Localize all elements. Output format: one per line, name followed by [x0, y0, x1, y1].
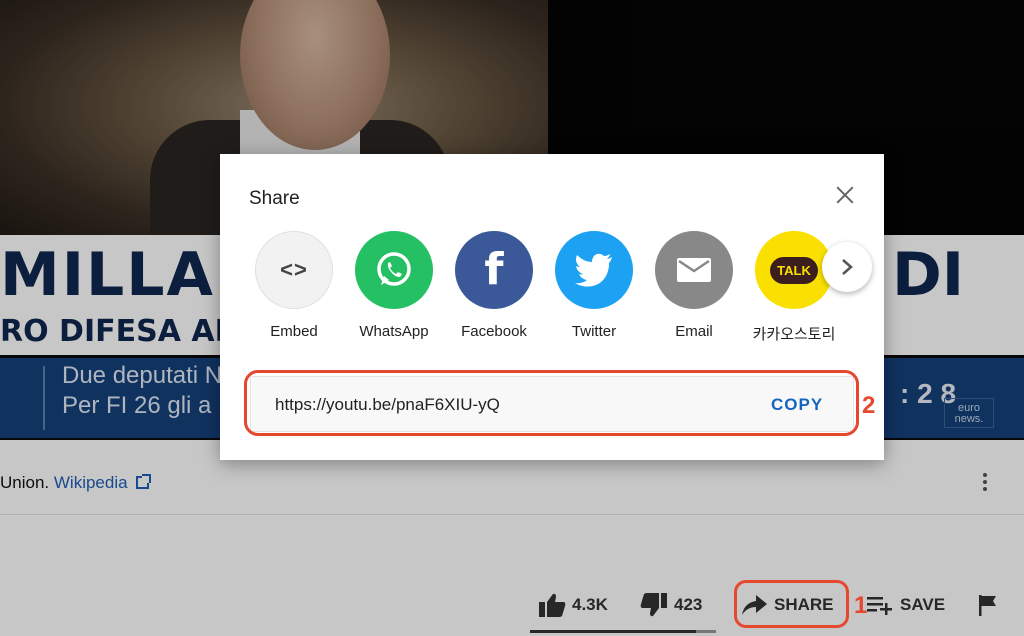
share-target-label: Twitter — [571, 323, 617, 340]
share-target-label: 카카오스토리 — [752, 326, 836, 343]
share-target-label: Embed — [270, 323, 318, 340]
kakao-talk-glyph: TALK — [770, 256, 818, 284]
chevron-right-icon — [842, 259, 853, 275]
email-icon — [655, 231, 733, 309]
share-target-email[interactable]: Email — [644, 231, 744, 340]
share-target-facebook[interactable]: f Facebook — [444, 231, 544, 340]
share-target-label: Facebook — [461, 323, 527, 340]
share-target-embed[interactable]: <> Embed — [244, 231, 344, 340]
close-icon[interactable] — [832, 182, 858, 208]
share-target-twitter[interactable]: Twitter — [544, 231, 644, 340]
annotation-ring-share — [734, 580, 849, 628]
annotation-step-1: 1 — [854, 592, 868, 619]
annotation-step-2: 2 — [862, 392, 876, 419]
dialog-title: Share — [249, 188, 300, 209]
twitter-icon — [555, 231, 633, 309]
embed-icon: <> — [255, 231, 333, 309]
facebook-glyph: f — [484, 244, 504, 295]
next-targets-button[interactable] — [822, 242, 872, 292]
facebook-icon: f — [455, 231, 533, 309]
share-target-label: Email — [675, 323, 713, 340]
annotation-ring-url — [244, 370, 859, 436]
share-target-label: WhatsApp — [359, 323, 429, 340]
share-target-whatsapp[interactable]: WhatsApp — [344, 231, 444, 340]
whatsapp-icon — [355, 231, 433, 309]
